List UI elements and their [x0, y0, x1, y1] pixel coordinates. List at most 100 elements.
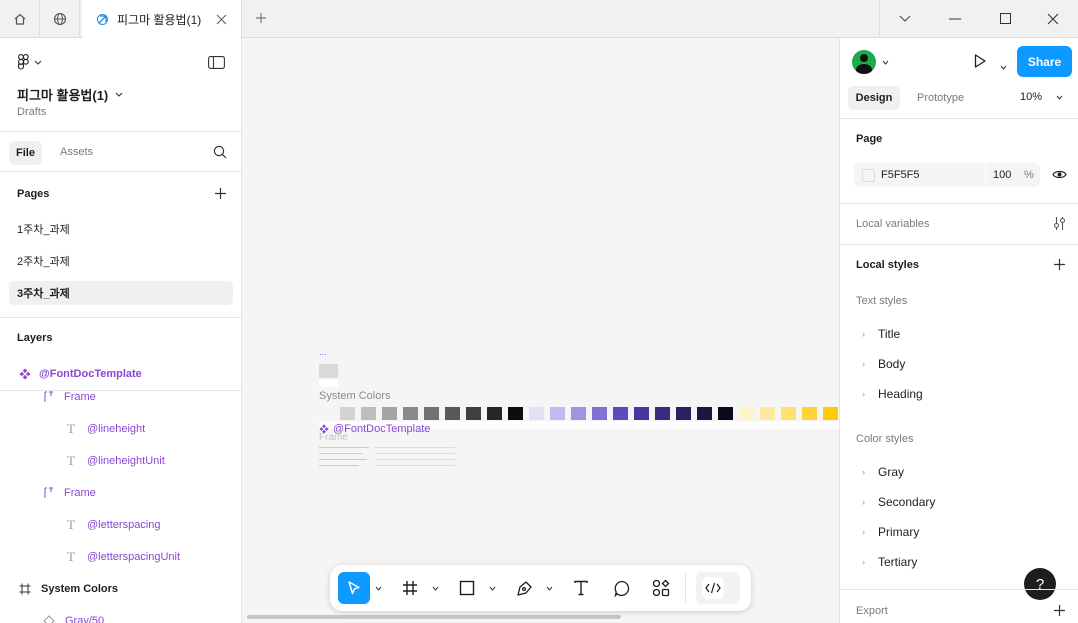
pen-tool-menu[interactable] — [543, 572, 555, 604]
color-style-item[interactable]: › Secondary — [862, 492, 935, 512]
code-icon — [705, 582, 721, 594]
text-style-item[interactable]: › Body — [862, 354, 905, 374]
color-swatch[interactable] — [487, 407, 502, 420]
color-swatch[interactable] — [781, 407, 796, 420]
file-location[interactable]: Drafts — [17, 106, 46, 118]
color-swatch[interactable] — [466, 407, 481, 420]
present-button[interactable] — [972, 53, 988, 72]
frame-tool-menu[interactable] — [429, 572, 441, 604]
variables-settings-button[interactable] — [1053, 216, 1066, 234]
color-swatch[interactable] — [697, 407, 712, 420]
horizontal-scrollbar[interactable] — [247, 615, 621, 619]
layer-item[interactable]: T @letterspacing — [0, 514, 241, 536]
comment-tool-button[interactable] — [608, 572, 636, 604]
help-button[interactable]: ? — [1024, 568, 1056, 600]
layer-item[interactable]: Frame — [0, 386, 241, 408]
layer-item[interactable]: Gray/50 — [0, 610, 241, 623]
add-page-button[interactable] — [214, 187, 227, 203]
pen-tool-button[interactable] — [511, 572, 539, 604]
main-menu-button[interactable] — [18, 54, 42, 70]
shape-tool-button[interactable] — [453, 572, 481, 604]
community-button[interactable] — [40, 0, 80, 37]
color-swatch[interactable] — [739, 407, 754, 420]
chevron-right-icon: › — [862, 329, 865, 339]
color-swatch[interactable] — [655, 407, 670, 420]
shape-tool-menu[interactable] — [486, 572, 498, 604]
color-swatch[interactable] — [550, 407, 565, 420]
text-tool-button[interactable] — [567, 572, 595, 604]
tab-design[interactable]: Design — [848, 86, 900, 110]
color-swatch[interactable] — [529, 407, 544, 420]
color-swatch[interactable] — [718, 407, 733, 420]
layer-item[interactable]: @FontDocTemplate — [0, 363, 241, 385]
color-swatch[interactable] — [613, 407, 628, 420]
thumbnail-frame[interactable] — [319, 380, 338, 387]
color-swatch[interactable] — [361, 407, 376, 420]
color-swatch[interactable] — [571, 407, 586, 420]
tab-file[interactable]: 피그마 활용법(1) — [82, 0, 242, 38]
tab-file-panel[interactable]: File — [9, 141, 42, 165]
page-color-value[interactable]: F5F5F5 — [881, 169, 920, 181]
add-export-button[interactable] — [1053, 604, 1066, 620]
share-button[interactable]: Share — [1017, 46, 1072, 77]
page-item[interactable]: 2주차_과제 — [9, 249, 233, 273]
color-swatch[interactable] — [802, 407, 817, 420]
dev-mode-toggle[interactable] — [696, 572, 740, 604]
canvas[interactable]: ... System Colors @FontDocTemplate Frame — [242, 38, 839, 623]
thumbnail-frame[interactable] — [319, 364, 338, 378]
color-style-item[interactable]: › Tertiary — [862, 552, 917, 572]
present-menu[interactable] — [1000, 59, 1007, 73]
color-swatch[interactable] — [508, 407, 523, 420]
minimize-button[interactable] — [930, 0, 980, 37]
page-item[interactable]: 1주차_과제 — [9, 217, 233, 241]
add-style-button[interactable] — [1053, 258, 1066, 274]
color-style-item[interactable]: › Primary — [862, 522, 919, 542]
zoom-menu[interactable]: 10% — [1020, 91, 1063, 103]
color-swatch[interactable] — [424, 407, 439, 420]
color-swatch[interactable] — [592, 407, 607, 420]
layer-item[interactable]: T @lineheightUnit — [0, 450, 241, 472]
color-swatch[interactable] — [445, 407, 460, 420]
system-colors-label[interactable]: System Colors — [319, 390, 391, 402]
local-variables-button[interactable]: Local variables — [856, 218, 929, 230]
tab-prototype[interactable]: Prototype — [917, 92, 964, 104]
chevron-down-icon — [1056, 95, 1063, 100]
maximize-button[interactable] — [980, 0, 1030, 37]
tab-assets[interactable]: Assets — [60, 146, 93, 158]
color-swatch[interactable] — [382, 407, 397, 420]
color-swatch[interactable] — [862, 169, 875, 182]
new-tab-button[interactable] — [254, 11, 268, 28]
actions-button[interactable] — [647, 572, 675, 604]
color-swatch[interactable] — [676, 407, 691, 420]
frame-label[interactable]: Frame — [319, 432, 348, 443]
frame-tool-button[interactable] — [396, 572, 424, 604]
toggle-visibility-button[interactable] — [1052, 169, 1067, 183]
style-label: Tertiary — [878, 555, 918, 569]
page-color-field[interactable]: F5F5F5 100 % — [854, 163, 1040, 187]
page-opacity-value[interactable]: 100 — [993, 169, 1011, 181]
close-icon[interactable] — [216, 14, 227, 25]
move-tool-button[interactable] — [338, 572, 370, 604]
close-window-button[interactable] — [1028, 0, 1078, 37]
search-button[interactable] — [213, 145, 227, 162]
home-button[interactable] — [0, 0, 40, 37]
move-tool-menu[interactable] — [372, 572, 384, 604]
color-swatch[interactable] — [403, 407, 418, 420]
color-swatch[interactable] — [340, 407, 355, 420]
page-item-selected[interactable]: 3주차_과제 — [9, 281, 233, 305]
text-style-item[interactable]: › Heading — [862, 384, 923, 404]
layer-item[interactable]: System Colors — [0, 578, 241, 600]
layer-item[interactable]: Frame — [0, 482, 241, 504]
toggle-sidebar-button[interactable] — [208, 56, 225, 72]
layer-item[interactable]: T @letterspacingUnit — [0, 546, 241, 568]
file-name-button[interactable]: 피그마 활용법(1) — [17, 85, 123, 104]
color-swatch[interactable] — [760, 407, 775, 420]
color-swatch[interactable] — [634, 407, 649, 420]
tab-menu-button[interactable] — [880, 0, 930, 37]
color-style-item[interactable]: › Gray — [862, 462, 904, 482]
layer-item[interactable]: T @lineheight — [0, 418, 241, 440]
color-swatch[interactable] — [823, 407, 838, 420]
account-menu-button[interactable] — [852, 50, 889, 74]
export-heading[interactable]: Export — [856, 605, 888, 617]
text-style-item[interactable]: › Title — [862, 324, 900, 344]
